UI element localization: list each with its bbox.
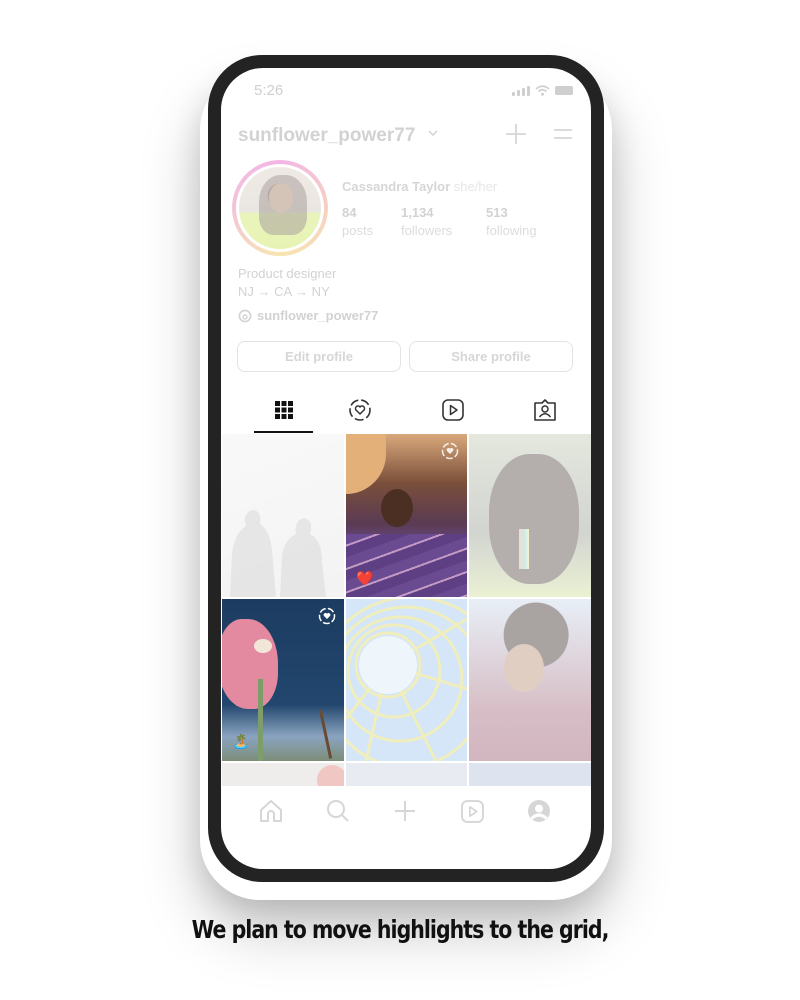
phone-frame: 5:26 sunflower_power77 Cassandra Taylor … xyxy=(208,55,604,882)
tagged-person-icon xyxy=(534,399,556,421)
nav-profile[interactable] xyxy=(526,798,552,824)
tab-highlights[interactable] xyxy=(348,398,372,422)
threads-link[interactable]: sunflower_power77 xyxy=(238,308,378,323)
edit-profile-button[interactable]: Edit profile xyxy=(237,341,401,372)
heart-sticker: ❤️ xyxy=(356,570,374,586)
grid-tile-2[interactable]: ❤️ xyxy=(346,434,467,597)
stat-value: 513 xyxy=(486,205,508,220)
tab-tagged[interactable] xyxy=(533,398,557,422)
grid-tile-7[interactable] xyxy=(222,763,344,786)
share-profile-button[interactable]: Share profile xyxy=(409,341,573,372)
avatar[interactable] xyxy=(236,164,324,252)
home-icon xyxy=(260,800,282,822)
status-time: 5:26 xyxy=(254,82,284,99)
stat-following[interactable]: 513 following xyxy=(486,204,537,240)
stat-posts[interactable]: 84 posts xyxy=(342,204,373,240)
threads-icon xyxy=(238,309,252,322)
signal-icon xyxy=(512,85,530,96)
menu-icon[interactable] xyxy=(553,126,573,142)
grid-tile-6[interactable] xyxy=(469,599,591,761)
nav-search[interactable] xyxy=(325,798,351,824)
status-icons xyxy=(512,85,573,96)
display-name-text: Cassandra Taylor xyxy=(342,179,451,194)
stat-followers[interactable]: 1,134 followers xyxy=(401,204,452,240)
wifi-icon xyxy=(535,85,550,96)
battery-icon xyxy=(555,86,573,95)
highlight-heart-icon xyxy=(349,399,371,421)
grid-tile-8[interactable] xyxy=(346,763,467,786)
island-sticker: 🏝️ xyxy=(232,733,250,749)
stat-label: posts xyxy=(342,223,374,238)
create-icon xyxy=(395,801,415,821)
avatar-photo xyxy=(239,167,321,249)
highlight-heart-icon xyxy=(318,607,336,625)
profile-icon xyxy=(528,800,550,822)
tab-grid[interactable] xyxy=(272,398,296,422)
display-name: Cassandra Taylor she/her xyxy=(342,179,497,194)
grid-tile-3[interactable] xyxy=(469,434,591,597)
grid-tile-9[interactable] xyxy=(469,763,591,786)
username-switcher[interactable]: sunflower_power77 xyxy=(238,125,415,147)
grid-icon xyxy=(275,401,293,419)
grid-tile-4[interactable]: 🏝️ xyxy=(222,599,344,761)
chevron-down-icon[interactable] xyxy=(427,128,439,138)
plus-icon[interactable] xyxy=(505,123,527,145)
phone-screen: 5:26 sunflower_power77 Cassandra Taylor … xyxy=(221,68,591,869)
reels-icon xyxy=(442,399,464,421)
reels-icon xyxy=(460,799,484,823)
search-icon xyxy=(327,800,349,822)
threads-handle: sunflower_power77 xyxy=(257,308,379,323)
caption: We plan to move highlights to the grid, xyxy=(191,915,610,944)
stat-label: followers xyxy=(401,223,453,238)
bio-line: Product designer xyxy=(238,266,337,281)
tab-reels[interactable] xyxy=(441,398,465,422)
bio-line: NJ → CA → NY xyxy=(238,284,330,299)
stat-value: 1,134 xyxy=(401,205,434,220)
grid-tile-5[interactable] xyxy=(346,599,467,761)
nav-home[interactable] xyxy=(258,798,284,824)
highlight-heart-icon xyxy=(441,442,459,460)
active-tab-indicator xyxy=(254,431,313,433)
bio: Product designer NJ → CA → NY xyxy=(238,265,336,301)
grid-tile-1[interactable] xyxy=(222,434,344,597)
nav-create[interactable] xyxy=(392,798,418,824)
stat-label: following xyxy=(486,223,537,238)
pronouns: she/her xyxy=(453,179,498,194)
avatar-story-ring[interactable] xyxy=(232,160,328,256)
stat-value: 84 xyxy=(342,205,357,220)
nav-reels[interactable] xyxy=(459,798,485,824)
